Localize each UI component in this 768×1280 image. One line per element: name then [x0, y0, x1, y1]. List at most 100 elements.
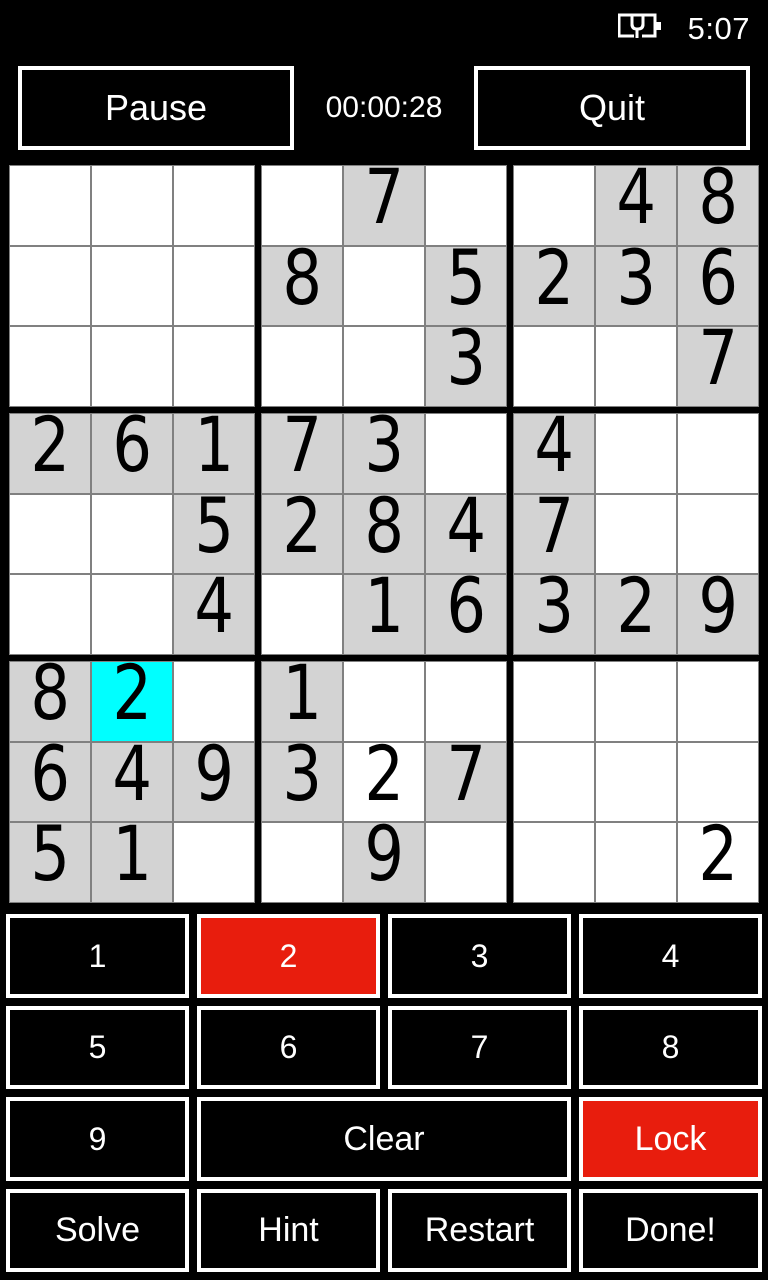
sudoku-cell-r6c1[interactable]	[10, 575, 90, 654]
sudoku-cell-r7c8[interactable]	[596, 662, 676, 741]
sudoku-cell-r2c5[interactable]	[344, 246, 424, 326]
sudoku-cell-r2c6[interactable]: 5	[426, 246, 506, 326]
sudoku-cell-r1c2[interactable]	[92, 166, 172, 245]
sudoku-cell-r4c6[interactable]	[426, 414, 506, 493]
sudoku-cell-r3c8[interactable]	[596, 327, 676, 406]
sudoku-cell-r8c7[interactable]	[514, 742, 594, 822]
sudoku-cell-r6c5[interactable]: 1	[344, 575, 424, 654]
sudoku-cell-r3c6[interactable]: 3	[426, 327, 506, 406]
sudoku-cell-r1c6[interactable]	[426, 166, 506, 245]
sudoku-cell-r9c9[interactable]: 2	[678, 823, 758, 902]
sudoku-cell-r7c5[interactable]	[344, 662, 424, 741]
key-3[interactable]: 3	[388, 914, 571, 998]
sudoku-grid[interactable]: 7853482367261547328416473298264951132792	[4, 160, 764, 908]
sudoku-cell-r8c3[interactable]: 9	[174, 742, 254, 822]
sudoku-cell-r3c3[interactable]	[174, 327, 254, 406]
sudoku-cell-r6c3[interactable]: 4	[174, 575, 254, 654]
sudoku-cell-r7c4[interactable]: 1	[262, 662, 342, 741]
sudoku-cell-r8c4[interactable]: 3	[262, 742, 342, 822]
sudoku-cell-r4c1[interactable]: 2	[10, 414, 90, 493]
sudoku-cell-r5c7[interactable]: 7	[514, 494, 594, 574]
sudoku-cell-r7c9[interactable]	[678, 662, 758, 741]
sudoku-cell-r1c7[interactable]	[514, 166, 594, 245]
sudoku-cell-r7c3[interactable]	[174, 662, 254, 741]
clear-button[interactable]: Clear	[197, 1097, 571, 1181]
hint-button[interactable]: Hint	[197, 1188, 380, 1272]
sudoku-cell-r6c2[interactable]	[92, 575, 172, 654]
sudoku-cell-r2c3[interactable]	[174, 246, 254, 326]
sudoku-cell-r4c3[interactable]: 1	[174, 414, 254, 493]
sudoku-cell-r9c6[interactable]	[426, 823, 506, 902]
sudoku-cell-r2c9[interactable]: 6	[678, 246, 758, 326]
sudoku-cell-r5c2[interactable]	[92, 494, 172, 574]
sudoku-cell-r7c1[interactable]: 8	[10, 662, 90, 741]
sudoku-cell-r5c9[interactable]	[678, 494, 758, 574]
sudoku-cell-r6c9[interactable]: 9	[678, 575, 758, 654]
sudoku-cell-r6c6[interactable]: 6	[426, 575, 506, 654]
key-8[interactable]: 8	[579, 1005, 762, 1089]
key-7[interactable]: 7	[388, 1005, 571, 1089]
sudoku-cell-r2c2[interactable]	[92, 246, 172, 326]
sudoku-cell-r4c8[interactable]	[596, 414, 676, 493]
sudoku-cell-r3c9[interactable]: 7	[678, 327, 758, 406]
solve-button[interactable]: Solve	[6, 1188, 189, 1272]
sudoku-cell-r7c7[interactable]	[514, 662, 594, 741]
done-button[interactable]: Done!	[579, 1188, 762, 1272]
sudoku-cell-r9c2[interactable]: 1	[92, 823, 172, 902]
sudoku-cell-r2c1[interactable]	[10, 246, 90, 326]
key-2[interactable]: 2	[197, 914, 380, 998]
sudoku-cell-r6c4[interactable]	[262, 575, 342, 654]
sudoku-cell-r6c8[interactable]: 2	[596, 575, 676, 654]
sudoku-cell-r1c5[interactable]: 7	[344, 166, 424, 245]
sudoku-cell-r8c9[interactable]	[678, 742, 758, 822]
sudoku-cell-r5c6[interactable]: 4	[426, 494, 506, 574]
sudoku-cell-r1c1[interactable]	[10, 166, 90, 245]
sudoku-cell-r9c5[interactable]: 9	[344, 823, 424, 902]
quit-button[interactable]: Quit	[474, 66, 750, 150]
sudoku-cell-r4c4[interactable]: 7	[262, 414, 342, 493]
sudoku-cell-r5c5[interactable]: 8	[344, 494, 424, 574]
sudoku-cell-r9c1[interactable]: 5	[10, 823, 90, 902]
sudoku-cell-r4c7[interactable]: 4	[514, 414, 594, 493]
sudoku-cell-r1c3[interactable]	[174, 166, 254, 245]
sudoku-cell-r4c2[interactable]: 6	[92, 414, 172, 493]
sudoku-cell-r8c1[interactable]: 6	[10, 742, 90, 822]
sudoku-cell-r8c8[interactable]	[596, 742, 676, 822]
sudoku-cell-r3c1[interactable]	[10, 327, 90, 406]
sudoku-cell-r2c4[interactable]: 8	[262, 246, 342, 326]
key-4[interactable]: 4	[579, 914, 762, 998]
sudoku-cell-r5c8[interactable]	[596, 494, 676, 574]
sudoku-cell-r6c7[interactable]: 3	[514, 575, 594, 654]
sudoku-cell-r9c4[interactable]	[262, 823, 342, 902]
sudoku-cell-r9c7[interactable]	[514, 823, 594, 902]
key-6[interactable]: 6	[197, 1005, 380, 1089]
sudoku-cell-r4c9[interactable]	[678, 414, 758, 493]
sudoku-cell-r9c3[interactable]	[174, 823, 254, 902]
sudoku-cell-r5c1[interactable]	[10, 494, 90, 574]
sudoku-cell-r3c5[interactable]	[344, 327, 424, 406]
key-5[interactable]: 5	[6, 1005, 189, 1089]
number-keypad[interactable]: 1 2 3 4 5 6 7 8 9 Clear Lock Solve Hint Restart Done!	[0, 908, 768, 1280]
lock-button[interactable]: Lock	[579, 1097, 762, 1181]
sudoku-cell-r3c7[interactable]	[514, 327, 594, 406]
restart-button[interactable]: Restart	[388, 1188, 571, 1272]
sudoku-cell-r5c3[interactable]: 5	[174, 494, 254, 574]
sudoku-cell-r2c7[interactable]: 2	[514, 246, 594, 326]
sudoku-cell-r8c2[interactable]: 4	[92, 742, 172, 822]
sudoku-cell-r7c2[interactable]: 2	[92, 662, 172, 741]
sudoku-cell-r7c6[interactable]	[426, 662, 506, 741]
sudoku-cell-r1c4[interactable]	[262, 166, 342, 245]
key-1[interactable]: 1	[6, 914, 189, 998]
sudoku-cell-r3c4[interactable]	[262, 327, 342, 406]
sudoku-cell-r4c5[interactable]: 3	[344, 414, 424, 493]
sudoku-cell-r3c2[interactable]	[92, 327, 172, 406]
sudoku-cell-r8c6[interactable]: 7	[426, 742, 506, 822]
sudoku-cell-r8c5[interactable]: 2	[344, 742, 424, 822]
sudoku-cell-r1c8[interactable]: 4	[596, 166, 676, 245]
sudoku-cell-r5c4[interactable]: 2	[262, 494, 342, 574]
sudoku-cell-r2c8[interactable]: 3	[596, 246, 676, 326]
sudoku-cell-r1c9[interactable]: 8	[678, 166, 758, 245]
key-9[interactable]: 9	[6, 1097, 189, 1181]
sudoku-cell-r9c8[interactable]	[596, 823, 676, 902]
pause-button[interactable]: Pause	[18, 66, 294, 150]
